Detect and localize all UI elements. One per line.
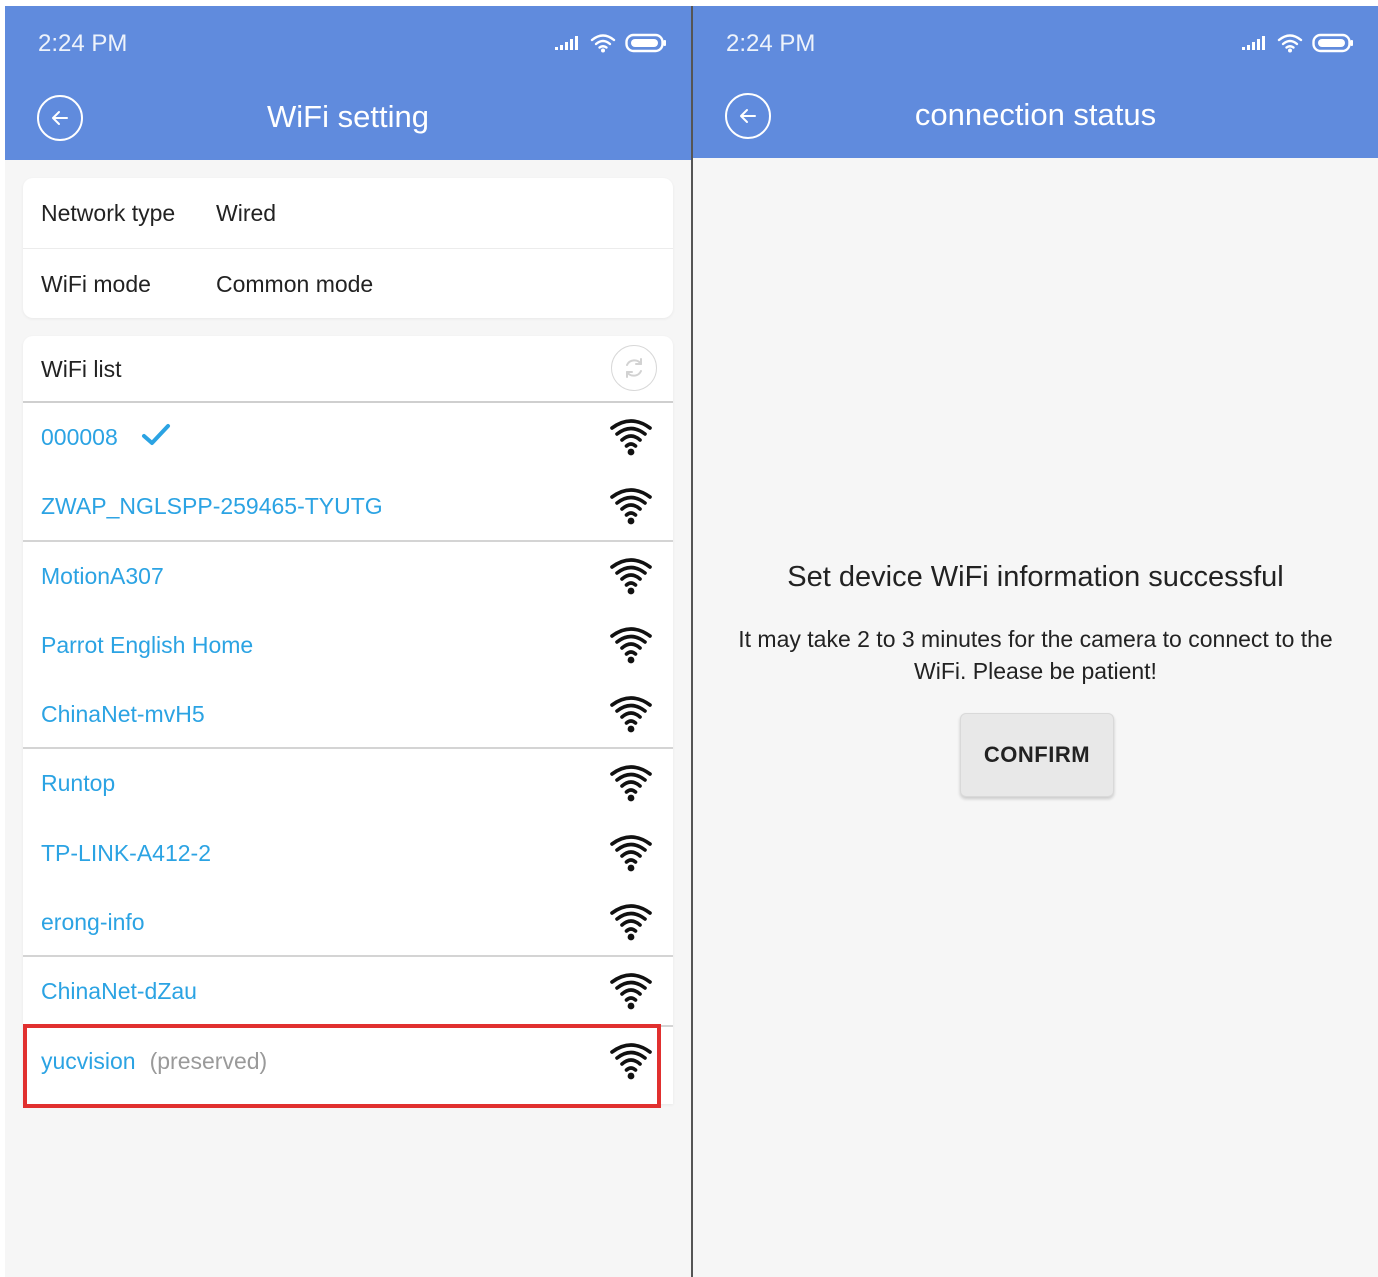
wifi-ssid-text: Parrot English Home (41, 631, 254, 658)
wifi-signal-icon (609, 833, 653, 878)
wifi-ssid: MotionA307 (41, 563, 164, 590)
wifi-network-item[interactable]: Parrot English Home (23, 611, 673, 680)
wifi-network-item[interactable]: Runtop (23, 749, 673, 818)
app-header: 2:24 PM connection status (693, 6, 1378, 158)
refresh-button[interactable] (611, 345, 657, 391)
status-time: 2:24 PM (726, 30, 816, 57)
wifi-mode-row[interactable]: WiFi mode Common mode (23, 248, 673, 319)
wifi-signal-icon (609, 1041, 653, 1086)
wifi-signal-icon (609, 486, 653, 531)
wifi-ssid: 000008 (41, 424, 118, 451)
wifi-ssid-text: erong-info (41, 909, 145, 936)
wifi-ssid: ChinaNet-mvH5 (41, 701, 205, 728)
wifi-ssid: TP-LINK-A412-2 (41, 840, 211, 867)
wifi-ssid-text: 000008 (41, 424, 118, 450)
signal-icon (555, 36, 578, 50)
status-icons (555, 33, 667, 53)
success-message-title: Set device WiFi information successful (787, 561, 1284, 593)
wifi-ssid-text: yucvision (41, 1047, 136, 1074)
status-icons (1242, 33, 1354, 53)
wifi-ssid: ChinaNet-dZau (41, 978, 197, 1005)
wifi-ssid: ZWAP_NGLSPP-259465-TYUTG (41, 493, 383, 520)
wifi-list-card: WiFi list 000008 ZWAP_NGLSPP-259465-TYUTG… (23, 336, 673, 1104)
wifi-ssid: erong-info (41, 909, 145, 936)
wifi-list: 000008 ZWAP_NGLSPP-259465-TYUTG MotionA307… (23, 403, 673, 1096)
wifi-network-item[interactable]: erong-info (23, 888, 673, 958)
status-time: 2:24 PM (38, 30, 128, 57)
wifi-network-item[interactable]: ChinaNet-dZau (23, 957, 673, 1027)
wifi-network-item[interactable]: yucvision (preserved) (23, 1027, 673, 1096)
wifi-ssid: yucvision (preserved) (41, 1048, 267, 1075)
wifi-status-icon (590, 34, 616, 53)
confirm-button[interactable]: CONFIRM (960, 713, 1114, 797)
wifi-mode-label: WiFi mode (41, 271, 151, 297)
wifi-signal-icon (609, 417, 653, 462)
checkmark-icon (141, 422, 171, 453)
network-settings-card: Network type Wired WiFi mode Common mode (23, 178, 673, 318)
page-title: WiFi setting (267, 99, 429, 134)
wifi-signal-icon (609, 971, 653, 1016)
wifi-signal-icon (609, 625, 653, 670)
network-type-row[interactable]: Network type Wired (23, 178, 673, 248)
battery-icon (1312, 33, 1353, 53)
wifi-mode-value: Common mode (216, 271, 374, 297)
wifi-signal-icon (609, 902, 653, 947)
signal-icon (1242, 36, 1265, 50)
wifi-ssid-text: ChinaNet-dZau (41, 978, 197, 1005)
wifi-signal-icon (609, 694, 653, 739)
connection-status-screen: 2:24 PM connection status Set device WiF… (693, 6, 1378, 1277)
network-type-value: Wired (216, 200, 277, 226)
wifi-setting-screen: 2:24 PM WiFi setting Network type Wired … (5, 6, 691, 1277)
battery-icon (625, 33, 666, 53)
wifi-network-item[interactable]: ChinaNet-mvH5 (23, 680, 673, 750)
wifi-network-item[interactable]: TP-LINK-A412-2 (23, 819, 673, 888)
wifi-ssid: Runtop (41, 770, 115, 797)
wifi-status-icon (1277, 34, 1303, 53)
wifi-list-title: WiFi list (41, 356, 122, 382)
wifi-list-header: WiFi list (23, 336, 673, 403)
wifi-ssid-text: MotionA307 (41, 562, 164, 589)
wifi-ssid-text: TP-LINK-A412-2 (41, 839, 212, 866)
wifi-ssid: Parrot English Home (41, 632, 253, 659)
success-message-body: It may take 2 to 3 minutes for the camer… (738, 626, 1333, 684)
wifi-ssid-text: ChinaNet-mvH5 (41, 701, 205, 728)
wifi-ssid-text: ZWAP_NGLSPP-259465-TYUTG (41, 493, 383, 520)
wifi-ssid-text: Runtop (41, 770, 116, 797)
wifi-network-item[interactable]: MotionA307 (23, 542, 673, 611)
network-type-label: Network type (41, 200, 176, 226)
wifi-signal-icon (609, 763, 653, 808)
wifi-signal-icon (609, 556, 653, 601)
page-title: connection status (914, 97, 1157, 132)
wifi-network-item[interactable]: ZWAP_NGLSPP-259465-TYUTG (23, 472, 673, 542)
wifi-network-item[interactable]: 000008 (23, 403, 673, 472)
app-header: 2:24 PM WiFi setting (5, 6, 691, 160)
wifi-note: (preserved) (149, 1047, 268, 1074)
refresh-icon (626, 358, 642, 378)
